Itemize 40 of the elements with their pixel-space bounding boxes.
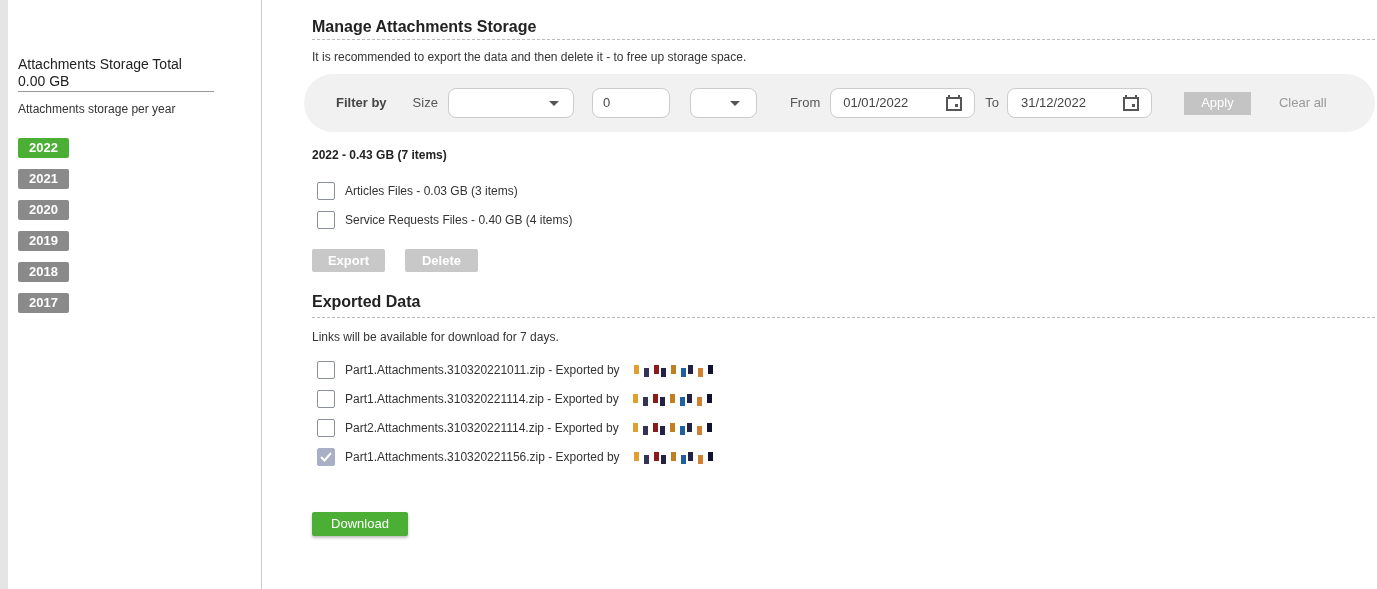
size-input[interactable]: 0 (591, 88, 670, 118)
download-button[interactable]: Download (312, 512, 408, 536)
year-button[interactable]: 2018 (18, 262, 69, 282)
year-button[interactable]: 2021 (18, 169, 69, 189)
file-category-label: Service Requests Files - 0.40 GB (4 items) (345, 212, 573, 229)
caret-icon (729, 100, 740, 106)
checkbox[interactable] (317, 390, 335, 408)
year-summary: 2022 - 0.43 GB (7 items) (312, 147, 448, 164)
apply-button[interactable]: Apply (1183, 91, 1251, 115)
storage-total-label: Attachments Storage Total (18, 56, 183, 73)
section-title: Manage Attachments Storage (312, 17, 538, 37)
calendar-icon (1122, 95, 1139, 111)
from-date-field[interactable]: 01/01/2022 (830, 88, 976, 118)
exported-file-label: Part1.Attachments.310320221011.zip - Exported by (345, 362, 620, 379)
year-button[interactable]: 2020 (18, 200, 69, 220)
to-date-field[interactable]: 31/12/2022 (1006, 88, 1152, 118)
filter-label: Filter by (336, 94, 387, 113)
to-label: To (985, 94, 999, 113)
exported-file-label: Part1.Attachments.310320221114.zip - Exported by (345, 391, 619, 408)
calendar-icon (946, 95, 963, 111)
year-button[interactable]: 2022 (18, 138, 69, 158)
from-label: From (789, 94, 821, 113)
storage-total-value: 0.00 GB (18, 73, 71, 90)
per-year-label: Attachments storage per year (18, 101, 177, 118)
checkbox[interactable] (317, 182, 335, 200)
year-button[interactable]: 2017 (18, 293, 69, 313)
section-title: Exported Data (312, 292, 422, 312)
caret-icon (548, 100, 559, 106)
file-category-label: Articles Files - 0.03 GB (3 items) (345, 183, 518, 200)
checkbox[interactable] (317, 448, 335, 466)
checkbox[interactable] (317, 419, 335, 437)
checkbox[interactable] (317, 361, 335, 379)
clear-all-link[interactable]: Clear all (1278, 93, 1327, 113)
size-label: Size (412, 94, 438, 113)
section-description: Links will be available for download for 7 days. (312, 329, 560, 346)
section-description: It is recommended to export the data and then delete it - to free up storage space. (312, 49, 748, 66)
year-button[interactable]: 2019 (18, 231, 69, 251)
checkbox[interactable] (317, 211, 335, 229)
exported-file-label: Part1.Attachments.310320221156.zip - Exported by (345, 449, 620, 466)
exported-file-label: Part2.Attachments.310320221114.zip - Exported by (345, 420, 619, 437)
